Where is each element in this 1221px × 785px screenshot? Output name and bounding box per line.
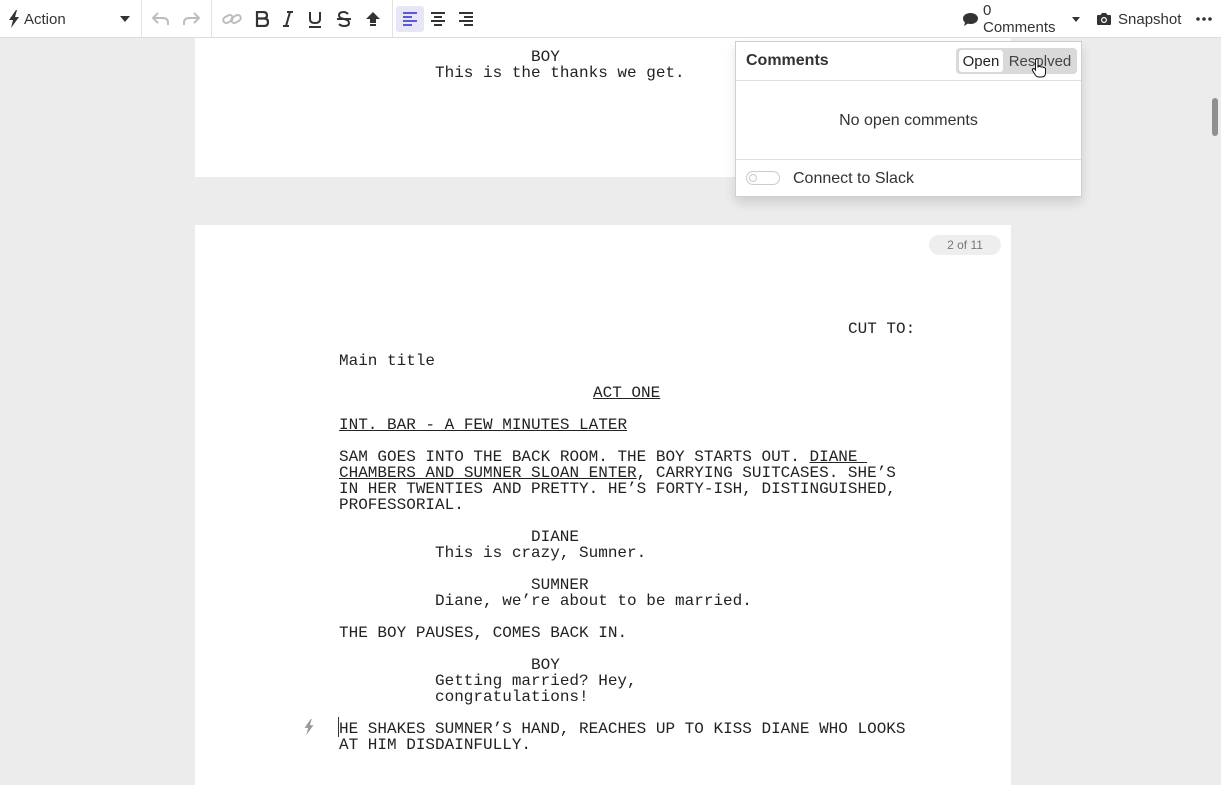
comments-button[interactable]: 0 Comments [962, 2, 1080, 36]
script-page: 2 of 11 CUT TO: Main title ACT ONE INT. … [195, 225, 1011, 785]
general-text[interactable]: Main title [339, 353, 435, 369]
bolt-icon[interactable] [302, 719, 316, 740]
action-line[interactable]: IN HER TWENTIES AND PRETTY. HE’S FORTY-I… [339, 481, 896, 497]
dialogue-line[interactable]: This is the thanks we get. [435, 65, 685, 81]
undo-icon [152, 12, 170, 26]
toggle-knob [749, 174, 757, 182]
align-center-icon [430, 12, 446, 26]
align-right-icon [458, 12, 474, 26]
underline-button[interactable] [304, 6, 326, 32]
element-type-select[interactable]: Action [8, 6, 130, 32]
dialogue-line[interactable]: congratulations! [435, 689, 589, 705]
comments-filter-toggle: Open Resolved [956, 48, 1077, 74]
comments-panel: Comments Open Resolved No open comments … [735, 41, 1082, 197]
action-line[interactable]: AT HIM DISDAINFULLY. [339, 737, 531, 753]
page-number-badge: 2 of 11 [929, 235, 1001, 255]
action-line[interactable]: THE BOY PAUSES, COMES BACK IN. [339, 625, 627, 641]
toolbar-divider [211, 0, 212, 38]
strikethrough-button[interactable] [333, 6, 355, 32]
italic-button[interactable] [278, 6, 298, 32]
dialogue-line[interactable]: This is crazy, Sumner. [435, 545, 646, 561]
character-name[interactable]: DIANE [531, 529, 579, 545]
vertical-scrollbar[interactable] [1209, 38, 1221, 768]
link-button[interactable] [220, 6, 244, 32]
bold-icon [255, 11, 269, 27]
bolt-icon [8, 10, 20, 28]
comment-icon [962, 12, 979, 27]
action-line[interactable]: SAM GOES INTO THE BACK ROOM. THE BOY STA… [339, 449, 867, 465]
snapshot-button[interactable]: Snapshot [1096, 6, 1182, 32]
toolbar-divider [141, 0, 142, 38]
tab-open[interactable]: Open [959, 50, 1003, 72]
italic-icon [282, 11, 294, 27]
element-type-label: Action [24, 10, 66, 28]
scene-heading[interactable]: INT. BAR - A FEW MINUTES LATER [339, 417, 627, 433]
uppercase-icon [365, 11, 381, 27]
slack-toggle[interactable] [746, 171, 780, 185]
link-icon [222, 12, 242, 26]
action-line[interactable]: HE SHAKES SUMNER’S HAND, REACHES UP TO K… [339, 721, 906, 737]
underline-icon [308, 11, 322, 28]
caret-down-icon [1072, 16, 1080, 22]
align-left-icon [402, 12, 418, 26]
transition[interactable]: CUT TO: [848, 321, 915, 337]
toolbar-divider [392, 0, 393, 38]
align-center-button[interactable] [427, 6, 449, 32]
redo-button[interactable] [180, 6, 202, 32]
scrollbar-thumb[interactable] [1212, 98, 1218, 136]
dialogue-line[interactable]: Diane, we’re about to be married. [435, 593, 752, 609]
character-name[interactable]: BOY [531, 49, 560, 65]
hand-pointer-icon [1031, 58, 1047, 83]
action-line[interactable]: PROFESSORIAL. [339, 497, 464, 513]
empty-comments-message: No open comments [839, 112, 978, 129]
camera-icon [1096, 12, 1112, 26]
action-line[interactable]: CHAMBERS AND SUMNER SLOAN ENTER, CARRYIN… [339, 465, 896, 481]
slack-connect-row: Connect to Slack [736, 159, 1081, 197]
more-options-button[interactable] [1194, 6, 1214, 32]
uppercase-button[interactable] [362, 6, 384, 32]
comments-panel-title: Comments [746, 52, 829, 69]
bold-button[interactable] [252, 6, 272, 32]
dialogue-line[interactable]: Getting married? Hey, [435, 673, 637, 689]
strikethrough-icon [336, 11, 352, 27]
character-name[interactable]: BOY [531, 657, 560, 673]
act-heading[interactable]: ACT ONE [593, 385, 660, 401]
align-right-button[interactable] [455, 6, 477, 32]
comments-panel-header: Comments Open Resolved [736, 42, 1081, 81]
character-name[interactable]: SUMNER [531, 577, 589, 593]
comments-count-label: 0 Comments [983, 2, 1056, 36]
snapshot-label: Snapshot [1118, 10, 1182, 28]
more-icon [1196, 17, 1212, 21]
editor-toolbar: Action 0 Comments Snapshot [0, 0, 1221, 38]
caret-down-icon [120, 16, 130, 22]
undo-button[interactable] [150, 6, 172, 32]
slack-connect-label: Connect to Slack [793, 170, 914, 187]
redo-icon [182, 12, 200, 26]
align-left-button[interactable] [396, 6, 424, 32]
